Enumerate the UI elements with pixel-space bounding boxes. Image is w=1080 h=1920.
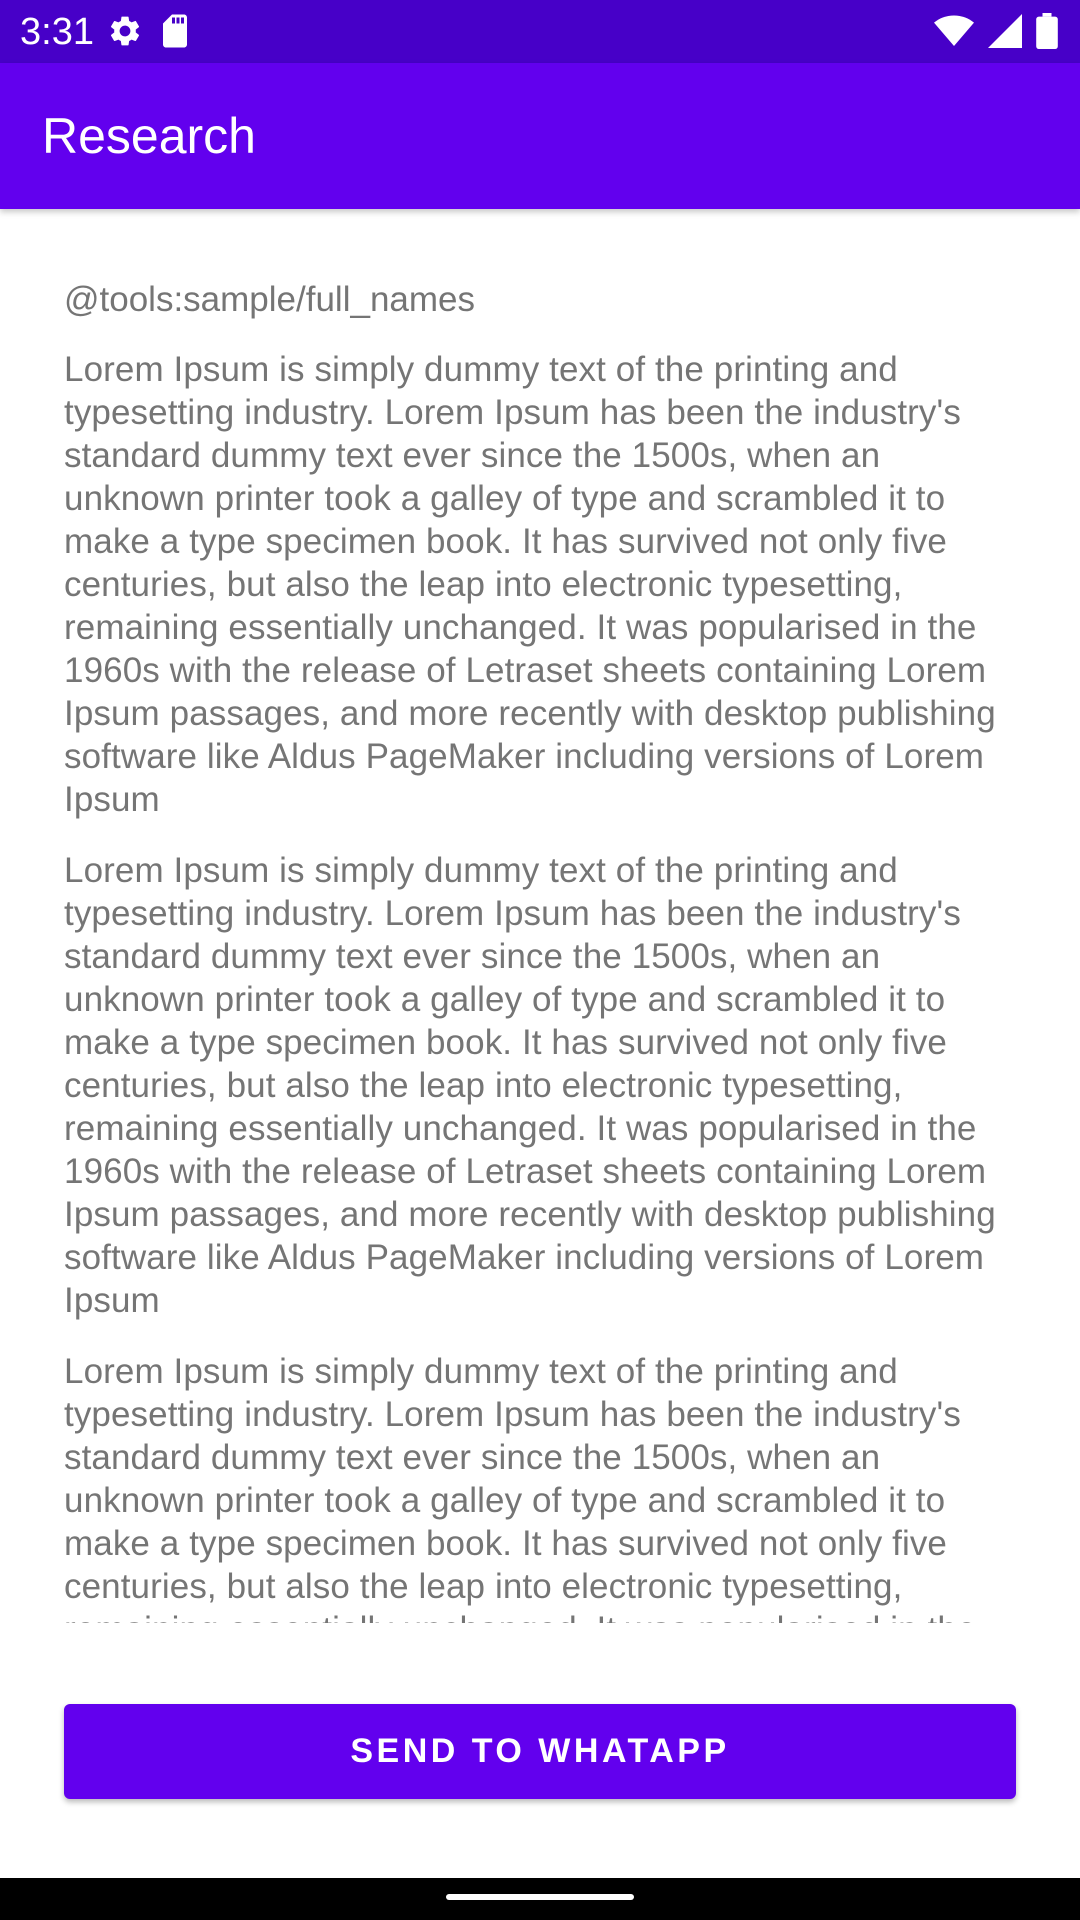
gear-icon [107,13,143,54]
paragraph: Lorem Ipsum is simply dummy text of the … [64,851,996,1320]
signal-icon [988,14,1022,53]
wifi-icon [934,14,974,53]
sample-name-text: @tools:sample/full_names [64,280,475,319]
status-left-icons [107,13,191,54]
paragraph: Lorem Ipsum is simply dummy text of the … [64,350,996,819]
app-bar: Research [0,63,1080,209]
status-bar: 3:31 [0,0,1080,63]
page-title: Research [42,108,256,164]
sd-card-icon [159,13,191,54]
content-scroll-area[interactable]: @tools:sample/full_names Lorem Ipsum is … [64,278,1022,1623]
battery-icon [1036,13,1058,54]
paragraph: Lorem Ipsum is simply dummy text of the … [64,1352,976,1623]
send-to-whatsapp-button[interactable]: SEND TO WHATAPP [64,1704,1016,1799]
home-handle-icon[interactable] [446,1894,634,1900]
navigation-bar [0,1878,1080,1920]
status-time: 3:31 [20,11,94,53]
status-right-icons [934,13,1058,54]
